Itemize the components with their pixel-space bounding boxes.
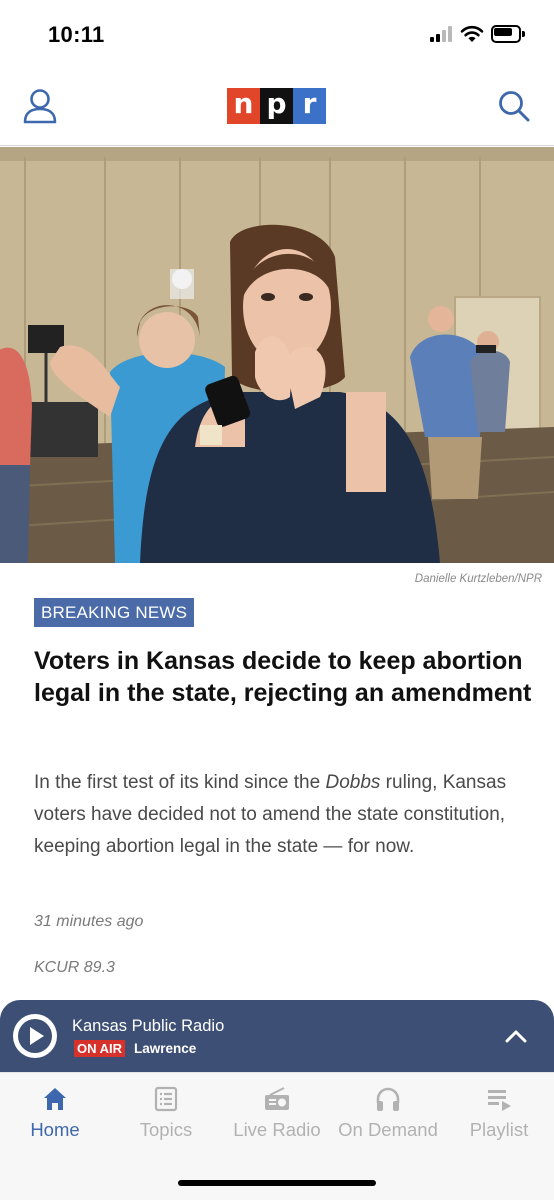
tab-playlist-label: Playlist [469, 1119, 529, 1140]
teaser-text-italic: Dobbs [325, 772, 381, 793]
headphones-icon [376, 1087, 400, 1111]
home-icon [44, 1088, 66, 1110]
tab-on-demand[interactable]: On Demand [334, 1085, 442, 1145]
article-timestamp: 31 minutes ago [34, 913, 144, 930]
tab-home[interactable]: Home [22, 1085, 88, 1145]
chevron-up-icon[interactable] [502, 1024, 530, 1048]
tab-on-demand-label: On Demand [338, 1119, 438, 1140]
status-time: 10:11 [48, 22, 105, 47]
article-teaser[interactable]: In the first test of its kind since the … [34, 767, 524, 863]
on-air-badge: ON AIR [74, 1040, 126, 1057]
teaser-text-start: In the first test of its kind since the [34, 772, 326, 793]
search-icon[interactable] [494, 86, 534, 126]
article-headline[interactable]: Voters in Kansas decide to keep abortion… [34, 646, 534, 709]
logo-letter-n: n [227, 88, 260, 124]
status-bar: 10:11 [0, 0, 554, 72]
home-indicator[interactable] [178, 1180, 376, 1186]
tab-topics[interactable]: Topics [133, 1085, 199, 1145]
wifi-icon [460, 25, 484, 42]
tab-live-radio-label: Live Radio [233, 1119, 321, 1140]
play-button[interactable] [13, 1014, 57, 1058]
cellular-signal-icon [430, 26, 454, 42]
tab-topics-label: Topics [139, 1119, 193, 1140]
radio-icon [265, 1087, 289, 1110]
battery-icon [491, 25, 525, 43]
breaking-news-badge: BREAKING NEWS [34, 598, 195, 627]
player-station-title: Kansas Public Radio [72, 1017, 225, 1035]
list-icon [154, 1086, 178, 1112]
photo-credit: Danielle Kurtzleben/NPR [414, 573, 542, 585]
mini-player[interactable]: Kansas Public Radio ON AIR Lawrence [0, 1000, 554, 1072]
app-header: n p r [0, 72, 554, 146]
tab-live-radio[interactable]: Live Radio [228, 1085, 326, 1145]
playlist-icon [488, 1090, 511, 1111]
player-location: Lawrence [134, 1041, 197, 1056]
person-icon[interactable] [20, 86, 60, 126]
tab-home-label: Home [30, 1119, 80, 1140]
logo-letter-p: p [260, 88, 293, 124]
hero-photo[interactable] [0, 147, 554, 563]
logo-letter-r: r [293, 88, 326, 124]
play-icon [18, 1019, 52, 1053]
tab-playlist[interactable]: Playlist [463, 1085, 535, 1145]
article-station: KCUR 89.3 [34, 959, 115, 976]
npr-logo[interactable]: n p r [227, 88, 326, 124]
